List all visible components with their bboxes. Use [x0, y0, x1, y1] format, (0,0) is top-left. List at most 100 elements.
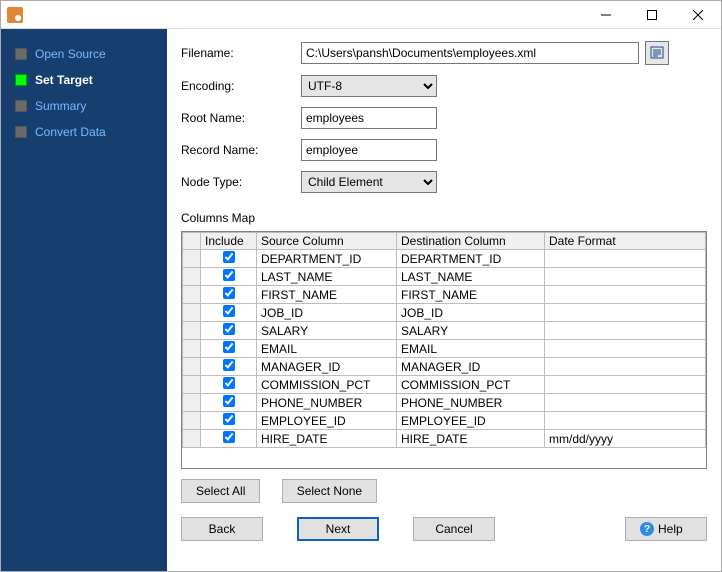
main-panel: Filename: Encoding: UTF-8 Root Name: [167, 29, 721, 571]
destination-column-cell[interactable]: LAST_NAME [397, 268, 545, 286]
include-checkbox[interactable] [223, 413, 235, 425]
select-all-button[interactable]: Select All [181, 479, 260, 503]
row-header[interactable] [183, 376, 201, 394]
row-header[interactable] [183, 340, 201, 358]
grid-corner [183, 233, 201, 250]
destination-column-cell[interactable]: SALARY [397, 322, 545, 340]
next-button[interactable]: Next [297, 517, 379, 541]
date-format-cell[interactable] [545, 394, 706, 412]
sidebar-item-label: Set Target [35, 73, 93, 87]
window-controls [583, 1, 721, 29]
source-column-cell[interactable]: EMPLOYEE_ID [257, 412, 397, 430]
header-source[interactable]: Source Column [257, 233, 397, 250]
date-format-cell[interactable] [545, 286, 706, 304]
browse-file-button[interactable] [645, 41, 669, 65]
row-header[interactable] [183, 430, 201, 448]
close-button[interactable] [675, 1, 721, 29]
table-row[interactable]: COMMISSION_PCTCOMMISSION_PCT [183, 376, 706, 394]
sidebar-item-summary[interactable]: Summary [1, 93, 167, 119]
table-row[interactable]: MANAGER_IDMANAGER_ID [183, 358, 706, 376]
destination-column-cell[interactable]: EMPLOYEE_ID [397, 412, 545, 430]
source-column-cell[interactable]: EMAIL [257, 340, 397, 358]
destination-column-cell[interactable]: DEPARTMENT_ID [397, 250, 545, 268]
source-column-cell[interactable]: SALARY [257, 322, 397, 340]
include-checkbox[interactable] [223, 377, 235, 389]
columns-map-grid[interactable]: Include Source Column Destination Column… [181, 231, 707, 469]
form-rows: Filename: Encoding: UTF-8 Root Name: [181, 41, 707, 203]
row-header[interactable] [183, 394, 201, 412]
row-header[interactable] [183, 286, 201, 304]
date-format-cell[interactable] [545, 412, 706, 430]
date-format-cell[interactable] [545, 340, 706, 358]
destination-column-cell[interactable]: COMMISSION_PCT [397, 376, 545, 394]
date-format-cell[interactable] [545, 358, 706, 376]
source-column-cell[interactable]: HIRE_DATE [257, 430, 397, 448]
table-row[interactable]: LAST_NAMELAST_NAME [183, 268, 706, 286]
row-header[interactable] [183, 322, 201, 340]
source-column-cell[interactable]: FIRST_NAME [257, 286, 397, 304]
include-cell [201, 358, 257, 376]
source-column-cell[interactable]: PHONE_NUMBER [257, 394, 397, 412]
destination-column-cell[interactable]: FIRST_NAME [397, 286, 545, 304]
filename-input[interactable] [301, 42, 639, 64]
row-header[interactable] [183, 304, 201, 322]
source-column-cell[interactable]: DEPARTMENT_ID [257, 250, 397, 268]
include-checkbox[interactable] [223, 287, 235, 299]
destination-column-cell[interactable]: JOB_ID [397, 304, 545, 322]
back-button[interactable]: Back [181, 517, 263, 541]
row-header[interactable] [183, 250, 201, 268]
root-name-input[interactable] [301, 107, 437, 129]
destination-column-cell[interactable]: PHONE_NUMBER [397, 394, 545, 412]
source-column-cell[interactable]: MANAGER_ID [257, 358, 397, 376]
header-date[interactable]: Date Format [545, 233, 706, 250]
source-column-cell[interactable]: JOB_ID [257, 304, 397, 322]
include-checkbox[interactable] [223, 305, 235, 317]
maximize-button[interactable] [629, 1, 675, 29]
columns-map-label: Columns Map [181, 211, 707, 225]
include-checkbox[interactable] [223, 269, 235, 281]
include-checkbox[interactable] [223, 341, 235, 353]
include-checkbox[interactable] [223, 431, 235, 443]
minimize-button[interactable] [583, 1, 629, 29]
nodetype-select[interactable]: Child Element [301, 171, 437, 193]
source-column-cell[interactable]: COMMISSION_PCT [257, 376, 397, 394]
row-header[interactable] [183, 268, 201, 286]
row-header[interactable] [183, 358, 201, 376]
table-row[interactable]: HIRE_DATEHIRE_DATEmm/dd/yyyy [183, 430, 706, 448]
footer-buttons: Back Next Cancel ? Help [181, 517, 707, 551]
date-format-cell[interactable] [545, 268, 706, 286]
sidebar-item-open-source[interactable]: Open Source [1, 41, 167, 67]
record-name-input[interactable] [301, 139, 437, 161]
cancel-button[interactable]: Cancel [413, 517, 495, 541]
table-row[interactable]: PHONE_NUMBERPHONE_NUMBER [183, 394, 706, 412]
header-dest[interactable]: Destination Column [397, 233, 545, 250]
include-checkbox[interactable] [223, 323, 235, 335]
date-format-cell[interactable] [545, 376, 706, 394]
step-indicator-icon [15, 48, 27, 60]
table-row[interactable]: EMPLOYEE_IDEMPLOYEE_ID [183, 412, 706, 430]
header-include[interactable]: Include [201, 233, 257, 250]
table-row[interactable]: SALARYSALARY [183, 322, 706, 340]
table-row[interactable]: EMAILEMAIL [183, 340, 706, 358]
include-cell [201, 412, 257, 430]
encoding-select[interactable]: UTF-8 [301, 75, 437, 97]
table-row[interactable]: JOB_IDJOB_ID [183, 304, 706, 322]
select-none-button[interactable]: Select None [282, 479, 377, 503]
destination-column-cell[interactable]: MANAGER_ID [397, 358, 545, 376]
destination-column-cell[interactable]: HIRE_DATE [397, 430, 545, 448]
destination-column-cell[interactable]: EMAIL [397, 340, 545, 358]
table-row[interactable]: FIRST_NAMEFIRST_NAME [183, 286, 706, 304]
sidebar-item-set-target[interactable]: Set Target [1, 67, 167, 93]
sidebar-item-convert-data[interactable]: Convert Data [1, 119, 167, 145]
row-header[interactable] [183, 412, 201, 430]
include-checkbox[interactable] [223, 395, 235, 407]
date-format-cell[interactable] [545, 250, 706, 268]
date-format-cell[interactable] [545, 304, 706, 322]
table-row[interactable]: DEPARTMENT_IDDEPARTMENT_ID [183, 250, 706, 268]
help-button[interactable]: ? Help [625, 517, 707, 541]
include-checkbox[interactable] [223, 359, 235, 371]
date-format-cell[interactable] [545, 322, 706, 340]
include-checkbox[interactable] [223, 251, 235, 263]
date-format-cell[interactable]: mm/dd/yyyy [545, 430, 706, 448]
source-column-cell[interactable]: LAST_NAME [257, 268, 397, 286]
